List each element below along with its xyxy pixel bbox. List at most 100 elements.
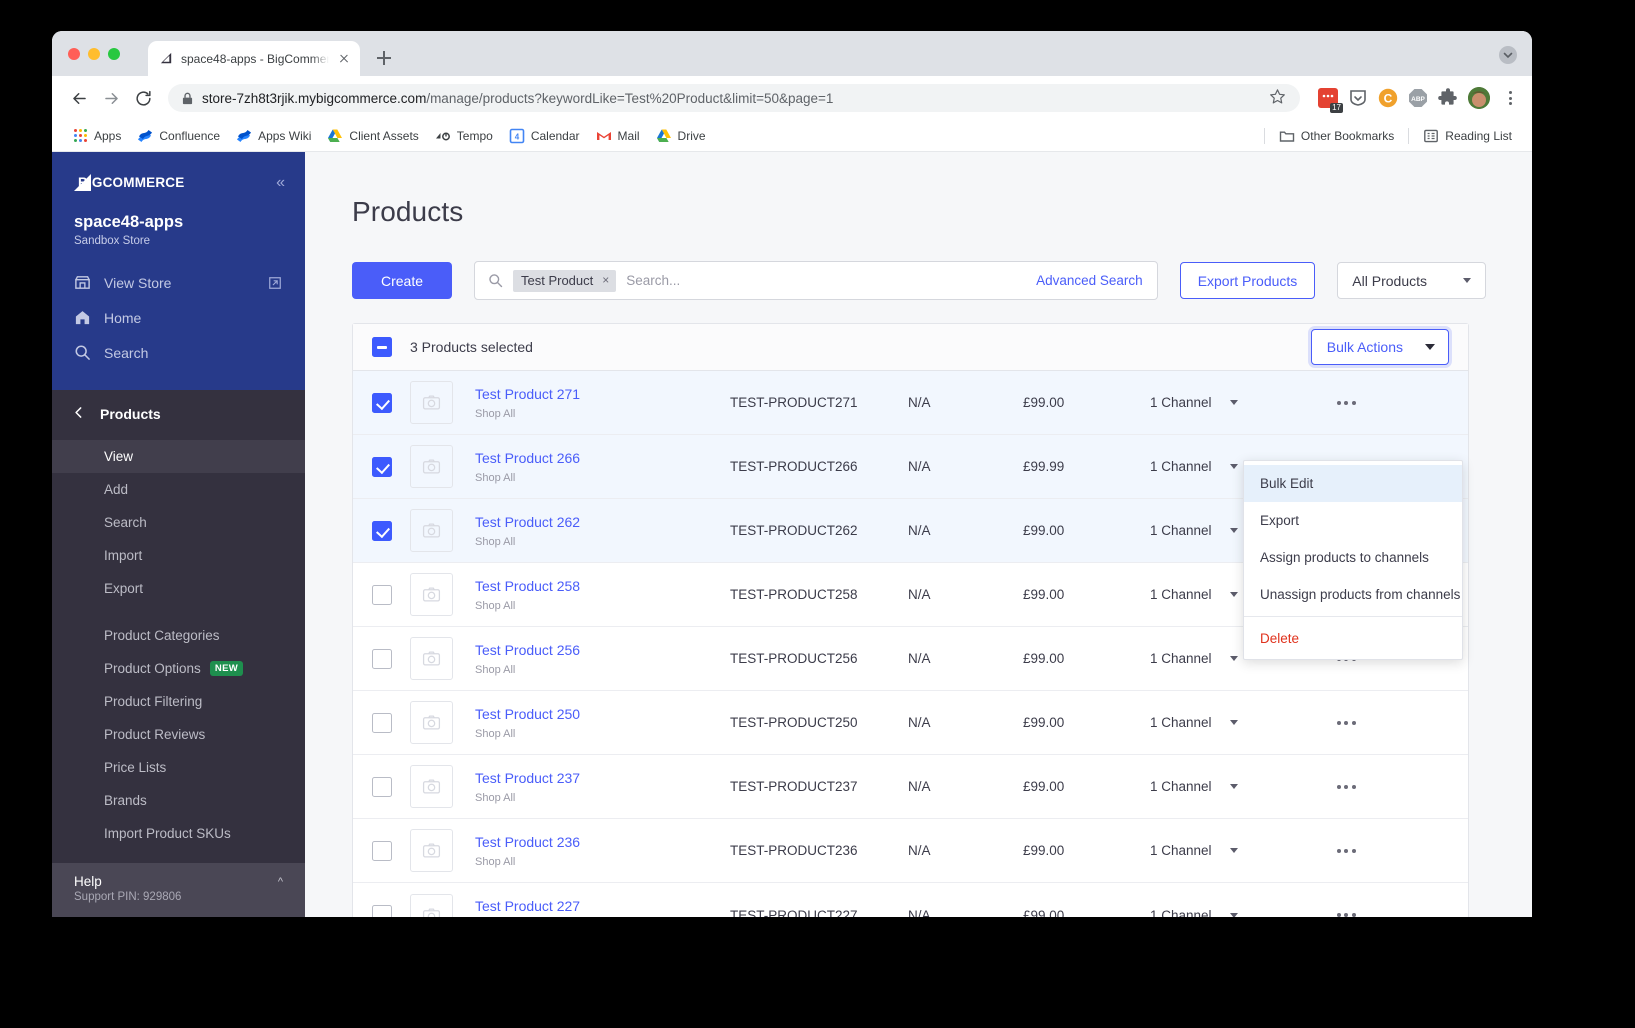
product-name-link[interactable]: Test Product 262 <box>475 514 580 530</box>
sidebar-item-import-product-skus[interactable]: Import Product SKUs <box>52 817 305 850</box>
bookmark-calendar[interactable]: 4 Calendar <box>501 125 588 147</box>
bookmark-mail[interactable]: Mail <box>588 125 648 147</box>
product-name-link[interactable]: Test Product 256 <box>475 642 580 658</box>
product-channels-cell[interactable]: 1 Channel <box>1150 715 1270 730</box>
minimize-window-button[interactable] <box>88 48 100 60</box>
bookmark-drive[interactable]: Drive <box>648 125 714 147</box>
bulk-menu-item[interactable]: Bulk Edit <box>1244 465 1462 502</box>
more-options-icon[interactable] <box>1336 720 1356 725</box>
browser-menu-button[interactable] <box>1500 88 1520 108</box>
close-icon[interactable] <box>336 51 352 67</box>
bookmark-client-assets[interactable]: Client Assets <box>319 125 426 147</box>
more-options-icon[interactable] <box>1336 848 1356 853</box>
shield-extension-icon[interactable] <box>1348 88 1368 108</box>
more-options-icon[interactable] <box>1336 913 1356 917</box>
sidebar-item-brands[interactable]: Brands <box>52 784 305 817</box>
row-checkbox[interactable] <box>372 520 392 541</box>
row-checkbox[interactable] <box>372 392 392 413</box>
browser-tab[interactable]: space48-apps - BigCommerce <box>148 41 360 76</box>
row-checkbox[interactable] <box>372 456 392 477</box>
product-channels-cell[interactable]: 1 Channel <box>1150 779 1270 794</box>
bulk-menu-item[interactable]: Export <box>1244 502 1462 539</box>
row-checkbox[interactable] <box>372 648 392 669</box>
product-name-link[interactable]: Test Product 258 <box>475 578 580 594</box>
row-checkbox[interactable] <box>372 712 392 733</box>
row-actions-cell[interactable] <box>1270 848 1468 853</box>
window-controls[interactable] <box>68 48 120 60</box>
product-name-link[interactable]: Test Product 227 <box>475 898 580 914</box>
bulk-actions-button[interactable]: Bulk Actions <box>1310 329 1449 365</box>
new-tab-button[interactable] <box>369 43 399 73</box>
adblock-plus-extension-icon[interactable]: ABP <box>1408 88 1428 108</box>
more-options-icon[interactable] <box>1336 784 1356 789</box>
sidebar-item-product-filtering[interactable]: Product Filtering <box>52 685 305 718</box>
forward-button[interactable] <box>96 83 126 113</box>
bulk-menu-item[interactable]: Assign products to channels <box>1244 539 1462 576</box>
sidebar-item-view[interactable]: View <box>52 440 305 473</box>
row-checkbox[interactable] <box>372 584 392 605</box>
close-icon[interactable]: × <box>602 274 609 286</box>
row-checkbox[interactable] <box>372 776 392 797</box>
sidebar-item-home[interactable]: Home <box>52 300 305 335</box>
product-channels-cell[interactable]: 1 Channel <box>1150 843 1270 858</box>
chevron-double-left-icon[interactable]: « <box>276 174 285 191</box>
product-filter-select[interactable]: All Products <box>1337 262 1486 299</box>
close-window-button[interactable] <box>68 48 80 60</box>
reload-button[interactable] <box>128 83 158 113</box>
address-bar[interactable]: store-7zh8t3rjik.mybigcommerce.com/manag… <box>168 84 1300 112</box>
create-button[interactable]: Create <box>352 262 452 299</box>
tab-list-chevron-icon[interactable] <box>1498 45 1518 65</box>
maximize-window-button[interactable] <box>108 48 120 60</box>
product-channels-cell[interactable]: 1 Channel <box>1150 908 1270 917</box>
table-row[interactable]: Test Product 236 Shop All TEST-PRODUCT236 N… <box>353 819 1468 883</box>
select-all-checkbox[interactable] <box>372 337 392 357</box>
sidebar-item-product-reviews[interactable]: Product Reviews <box>52 718 305 751</box>
bookmark-tempo[interactable]: Tempo <box>427 125 501 147</box>
sidebar-item-product-options[interactable]: Product Options NEW <box>52 652 305 685</box>
table-row[interactable]: Test Product 271 Shop All TEST-PRODUCT271 N… <box>353 371 1468 435</box>
chevron-left-icon[interactable] <box>74 406 84 422</box>
row-checkbox[interactable] <box>372 905 392 917</box>
sidebar-item-view-store[interactable]: View Store <box>52 265 305 300</box>
avatar[interactable] <box>1468 87 1490 109</box>
sidebar-item-import[interactable]: Import <box>52 539 305 572</box>
table-row[interactable]: Test Product 250 Shop All TEST-PRODUCT250 N… <box>353 691 1468 755</box>
sidebar-item-export[interactable]: Export <box>52 572 305 605</box>
row-actions-cell[interactable] <box>1270 784 1468 789</box>
product-channels-cell[interactable]: 1 Channel <box>1150 395 1270 410</box>
sidebar-section-header[interactable]: Products <box>52 390 305 440</box>
bookmark-confluence[interactable]: Confluence <box>129 125 228 147</box>
table-row[interactable]: Test Product 227Shop AllTEST-PRODUCT227 N… <box>353 883 1468 917</box>
row-checkbox[interactable] <box>372 840 392 861</box>
search-filter-chip[interactable]: Test Product × <box>513 269 617 292</box>
product-name-link[interactable]: Test Product 266 <box>475 450 580 466</box>
export-products-button[interactable]: Export Products <box>1179 262 1316 299</box>
search-input[interactable]: Test Product × Search... Advanced Search <box>474 261 1158 300</box>
sidebar-item-price-lists[interactable]: Price Lists <box>52 751 305 784</box>
product-name-link[interactable]: Test Product 237 <box>475 770 580 786</box>
extensions-puzzle-icon[interactable] <box>1438 88 1458 108</box>
back-button[interactable] <box>64 83 94 113</box>
product-name-link[interactable]: Test Product 236 <box>475 834 580 850</box>
sidebar-item-search[interactable]: Search <box>52 335 305 370</box>
sidebar-item-product-categories[interactable]: Product Categories <box>52 619 305 652</box>
bulk-menu-item[interactable]: Delete <box>1244 620 1462 657</box>
table-row[interactable]: Test Product 237 Shop All TEST-PRODUCT237 N… <box>353 755 1468 819</box>
bookmark-reading-list[interactable]: Reading List <box>1415 125 1520 147</box>
bookmark-other-bookmarks[interactable]: Other Bookmarks <box>1271 125 1402 147</box>
advanced-search-link[interactable]: Advanced Search <box>1036 273 1143 288</box>
bigcommerce-logo[interactable]: BIGCOMMERCE <box>74 174 184 191</box>
bookmark-apps-wiki[interactable]: Apps Wiki <box>228 125 319 147</box>
sidebar-item-search-products[interactable]: Search <box>52 506 305 539</box>
product-name-link[interactable]: Test Product 271 <box>475 386 580 402</box>
sidebar-help-panel[interactable]: Help ^ Support PIN: 929806 <box>52 863 305 917</box>
todoist-extension-icon[interactable]: 17 <box>1318 88 1343 113</box>
bulk-menu-item[interactable]: Unassign products from channels <box>1244 576 1462 613</box>
chevron-up-icon[interactable]: ^ <box>278 876 283 888</box>
bookmark-apps[interactable]: Apps <box>64 125 129 147</box>
bookmark-star-icon[interactable] <box>1268 87 1290 109</box>
row-actions-cell[interactable] <box>1270 400 1468 405</box>
row-actions-cell[interactable] <box>1270 913 1468 917</box>
c-extension-icon[interactable]: C <box>1378 88 1398 108</box>
row-actions-cell[interactable] <box>1270 720 1468 725</box>
